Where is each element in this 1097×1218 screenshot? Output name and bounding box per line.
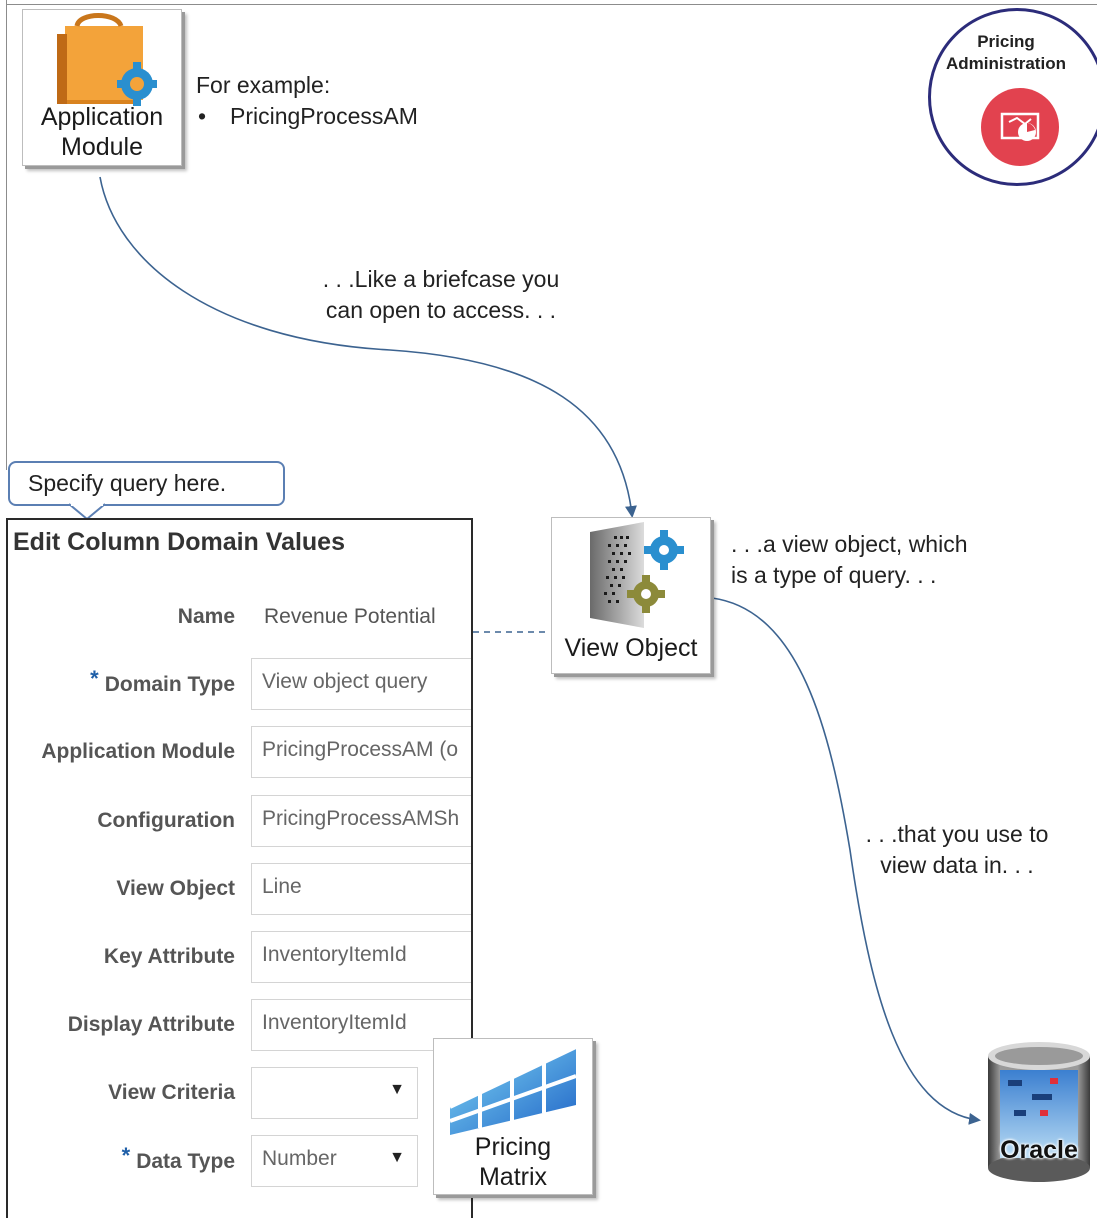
display-attribute-value: InventoryItemId bbox=[262, 1011, 407, 1034]
application-module-field-label: Application Module bbox=[41, 740, 235, 763]
configuration-field[interactable]: PricingProcessAMSh bbox=[251, 795, 471, 847]
key-attribute-value: InventoryItemId bbox=[262, 943, 407, 966]
view-object-icon bbox=[590, 522, 684, 628]
name-label: Name bbox=[177, 605, 235, 628]
example-item: PricingProcessAM bbox=[230, 103, 418, 129]
view-object-field-value: Line bbox=[262, 875, 302, 898]
specify-query-callout: Specify query here. bbox=[8, 461, 285, 506]
briefcase-icon bbox=[57, 13, 157, 106]
badge-title-line1: Pricing bbox=[977, 32, 1035, 51]
note-view-object: . . .a view object, which is a type of q… bbox=[731, 529, 968, 591]
frame-top-edge bbox=[6, 4, 1097, 5]
note-briefcase-line2: can open to access. . . bbox=[325, 297, 557, 323]
oracle-label: Oracle bbox=[1000, 1136, 1078, 1164]
view-object-tile: View Object bbox=[551, 517, 711, 674]
data-type-value: Number bbox=[262, 1147, 337, 1170]
data-type-select[interactable]: Number ▼ bbox=[251, 1135, 418, 1187]
configuration-value: PricingProcessAMSh bbox=[262, 807, 460, 830]
frame-left-edge bbox=[6, 0, 7, 470]
domain-type-label-text[interactable]: Domain Type bbox=[105, 673, 235, 696]
note-view-object-line1: . . .a view object, which bbox=[731, 531, 968, 557]
pricing-admin-icon bbox=[1000, 112, 1040, 141]
note-briefcase: . . .Like a briefcase you can open to ac… bbox=[296, 264, 586, 326]
oracle-database: Oracle bbox=[986, 1040, 1092, 1185]
domain-type-label: * Domain Type bbox=[90, 666, 235, 699]
application-module-field[interactable]: PricingProcessAM (o bbox=[251, 726, 471, 778]
pricing-administration-badge: Pricing Administration bbox=[928, 8, 1097, 186]
note-view-object-line2: is a type of query. . . bbox=[731, 562, 937, 588]
example-heading: For example: bbox=[196, 72, 331, 98]
badge-title-line2: Administration bbox=[946, 54, 1066, 73]
note-view-data: . . .that you use to view data in. . . bbox=[846, 819, 1068, 881]
view-object-field[interactable]: Line bbox=[251, 863, 471, 915]
example-bullet: • bbox=[198, 103, 207, 129]
pricing-matrix-label-line2: Matrix bbox=[478, 1163, 548, 1191]
edit-column-domain-values-panel: Edit Column Domain Values Name Revenue P… bbox=[6, 518, 473, 1218]
data-type-dropdown-icon: ▼ bbox=[389, 1149, 405, 1166]
view-object-field-label: View Object bbox=[116, 877, 235, 900]
application-module-label-line1: Application bbox=[40, 103, 164, 131]
key-attribute-label: Key Attribute bbox=[103, 945, 235, 968]
view-object-label: View Object bbox=[564, 634, 698, 662]
form-title: Edit Column Domain Values bbox=[13, 528, 345, 556]
application-module-label-line2: Module bbox=[61, 133, 143, 161]
domain-type-value: View object query bbox=[262, 670, 428, 693]
configuration-label: Configuration bbox=[97, 809, 235, 832]
name-value: Revenue Potential bbox=[264, 605, 436, 628]
display-attribute-label: Display Attribute bbox=[67, 1013, 235, 1036]
key-attribute-field[interactable]: InventoryItemId bbox=[251, 931, 471, 983]
view-criteria-select[interactable]: ▼ bbox=[251, 1067, 418, 1119]
application-module-field-value: PricingProcessAM (o bbox=[262, 738, 459, 761]
note-briefcase-line1: . . .Like a briefcase you bbox=[322, 266, 560, 292]
pricing-matrix-tile: Pricing Matrix bbox=[433, 1038, 593, 1195]
badge-icon-circle bbox=[981, 88, 1059, 166]
domain-type-required-icon: * bbox=[90, 666, 99, 691]
data-type-required-icon: * bbox=[121, 1143, 131, 1168]
domain-type-field[interactable]: View object query bbox=[251, 658, 471, 710]
application-module-tile: Application Module bbox=[22, 9, 182, 166]
data-type-label-text: Data Type bbox=[136, 1150, 235, 1173]
view-criteria-dropdown-icon: ▼ bbox=[389, 1081, 405, 1098]
note-view-data-line2: view data in. . . bbox=[880, 852, 1034, 878]
pricing-matrix-label-line1: Pricing bbox=[474, 1133, 552, 1161]
note-view-data-line1: . . .that you use to bbox=[865, 821, 1049, 847]
data-type-label: * Data Type bbox=[122, 1143, 235, 1176]
pricing-matrix-icon bbox=[449, 1045, 577, 1135]
view-criteria-label: View Criteria bbox=[108, 1081, 235, 1104]
